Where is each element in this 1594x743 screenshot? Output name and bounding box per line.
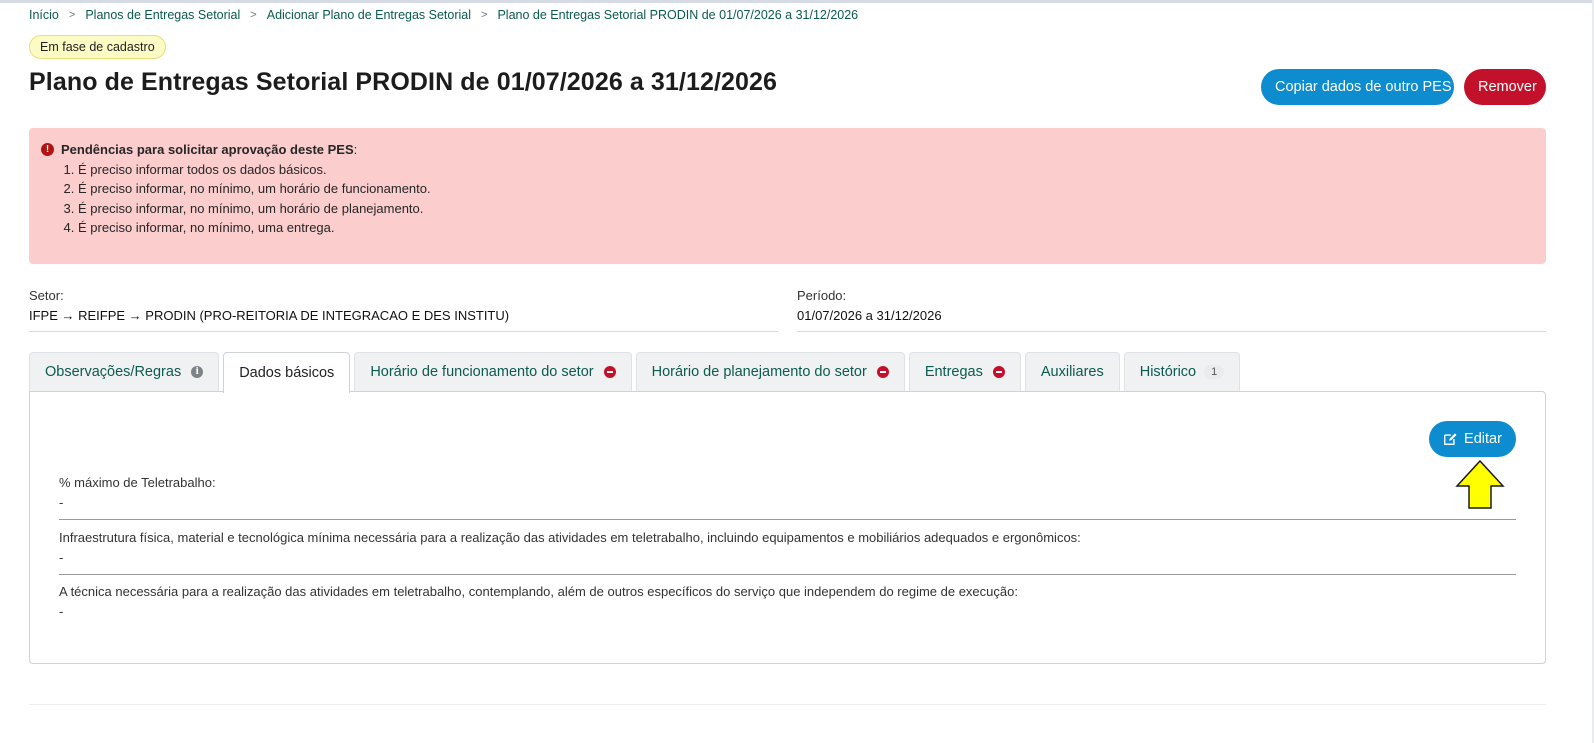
breadcrumb: Início > Planos de Entregas Setorial > A… [29, 8, 858, 22]
tab-label: Histórico [1139, 364, 1197, 380]
chevron-right-icon: > [481, 9, 488, 21]
periodo-divider [797, 331, 1546, 332]
tab-bar: Observações/Regras i Dados básicos Horár… [29, 352, 1244, 393]
breadcrumb-inicio[interactable]: Início [29, 8, 59, 22]
alert-item: É preciso informar, no mínimo, um horári… [78, 199, 1534, 218]
tab-label: Entregas [924, 364, 983, 380]
breadcrumb-current: Plano de Entregas Setorial PRODIN de 01/… [497, 8, 859, 22]
detail-value: - [59, 604, 64, 619]
breadcrumb-adicionar[interactable]: Adicionar Plano de Entregas Setorial [267, 8, 471, 22]
tab-auxiliares[interactable]: Auxiliares [1024, 352, 1120, 391]
tab-entregas[interactable]: Entregas [908, 352, 1021, 391]
setor-divider [29, 331, 778, 332]
detail-value: - [59, 550, 64, 565]
tab-label: Observações/Regras [45, 364, 182, 380]
remove-button[interactable]: Remover [1464, 69, 1546, 105]
tab-horario-funcionamento[interactable]: Horário de funcionamento do setor [354, 352, 632, 391]
status-badge: Em fase de cadastro [29, 35, 166, 59]
tab-historico[interactable]: Histórico 1 [1123, 352, 1241, 391]
alert-item: É preciso informar, no mínimo, um horári… [78, 179, 1534, 198]
detail-label: Infraestrutura física, material e tecnol… [59, 530, 1081, 545]
minus-circle-icon [992, 366, 1005, 378]
tab-label: Dados básicos [239, 365, 335, 381]
yellow-arrow-up-icon [1455, 459, 1505, 509]
tab-dados-basicos[interactable]: Dados básicos [223, 352, 351, 393]
minus-circle-icon [603, 366, 616, 378]
periodo-label: Período: [797, 288, 847, 303]
copy-pes-button[interactable]: Copiar dados de outro PES [1261, 69, 1454, 105]
tab-observacoes-regras[interactable]: Observações/Regras i [29, 352, 220, 391]
setor-label: Setor: [29, 288, 64, 303]
detail-tecnica: A técnica necessária para a realização d… [59, 584, 1516, 619]
alert-heading-colon: : [353, 142, 358, 157]
alert-item: É preciso informar, no mínimo, uma entre… [78, 218, 1534, 237]
chevron-right-icon: > [68, 9, 76, 21]
periodo-value: 01/07/2026 a 31/12/2026 [797, 308, 942, 323]
tab-horario-planejamento[interactable]: Horário de planejamento do setor [635, 352, 905, 391]
minus-circle-icon [876, 366, 889, 378]
top-border [0, 0, 1594, 3]
edit-button[interactable]: Editar [1429, 421, 1516, 457]
footer-divider [29, 704, 1546, 705]
chevron-right-icon: > [250, 9, 257, 21]
tab-label: Auxiliares [1040, 364, 1104, 380]
tab-label: Horário de funcionamento do setor [370, 364, 594, 380]
info-icon: i [191, 366, 204, 378]
detail-label: % máximo de Teletrabalho: [59, 475, 216, 490]
setor-field: Setor: IFPE → REIFPE → PRODIN (PRO-REITO… [29, 288, 778, 332]
alert-list: É preciso informar todos os dados básico… [41, 160, 1534, 237]
edit-label: Editar [1464, 431, 1502, 447]
periodo-field: Período: 01/07/2026 a 31/12/2026 [797, 288, 1546, 332]
exclamation-circle-icon: ! [41, 143, 54, 156]
tab-content-panel [29, 391, 1546, 664]
page-title: Plano de Entregas Setorial PRODIN de 01/… [29, 68, 778, 96]
edit-icon [1444, 433, 1457, 445]
alert-heading-text: Pendências para solicitar aprovação dest… [61, 142, 354, 157]
pending-alert: ! Pendências para solicitar aprovação de… [29, 128, 1546, 264]
detail-value: - [59, 495, 64, 510]
detail-label: A técnica necessária para a realização d… [59, 584, 1018, 599]
setor-value: IFPE → REIFPE → PRODIN (PRO-REITORIA DE … [29, 308, 510, 323]
detail-infraestrutura: Infraestrutura física, material e tecnol… [59, 530, 1516, 575]
alert-heading: ! Pendências para solicitar aprovação de… [41, 142, 1534, 157]
detail-teletrabalho-max: % máximo de Teletrabalho: - [59, 475, 1516, 520]
historico-count-badge: 1 [1204, 365, 1225, 379]
tab-label: Horário de planejamento do setor [651, 364, 867, 380]
alert-item: É preciso informar todos os dados básico… [78, 160, 1534, 179]
breadcrumb-planos[interactable]: Planos de Entregas Setorial [85, 8, 240, 22]
